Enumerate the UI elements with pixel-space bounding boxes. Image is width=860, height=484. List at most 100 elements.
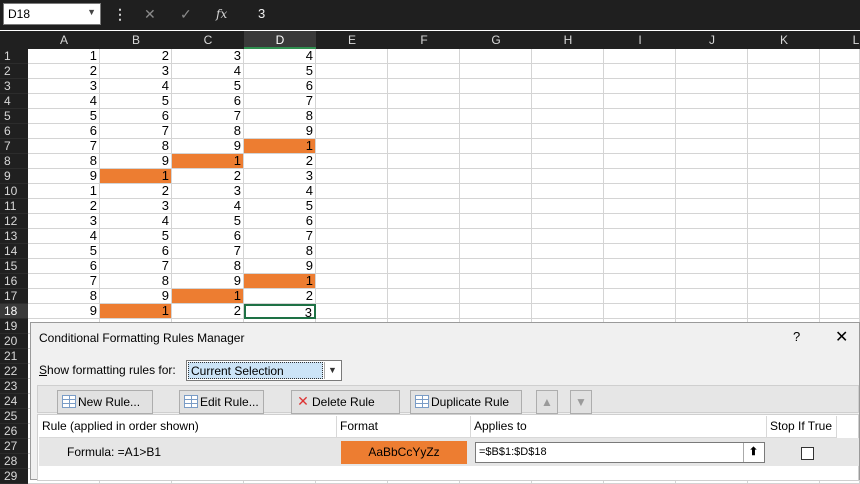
column-header-c[interactable]: C — [172, 31, 244, 49]
row-header-5[interactable]: 5 — [0, 109, 28, 124]
cell-e16[interactable] — [316, 274, 388, 289]
cell-f18[interactable] — [388, 304, 460, 319]
cell-g3[interactable] — [460, 79, 532, 94]
cell-k4[interactable] — [748, 94, 820, 109]
cell-c9[interactable]: 2 — [172, 169, 244, 184]
cell-g2[interactable] — [460, 64, 532, 79]
cell-b3[interactable]: 4 — [100, 79, 172, 94]
cell-c1[interactable]: 3 — [172, 49, 244, 64]
cell-a12[interactable]: 3 — [28, 214, 100, 229]
cell-a3[interactable]: 3 — [28, 79, 100, 94]
column-header-e[interactable]: E — [316, 31, 388, 49]
cell-d10[interactable]: 4 — [244, 184, 316, 199]
cell-a14[interactable]: 5 — [28, 244, 100, 259]
cell-h16[interactable] — [532, 274, 604, 289]
cell-a10[interactable]: 1 — [28, 184, 100, 199]
cell-l8[interactable] — [820, 154, 860, 169]
cell-g12[interactable] — [460, 214, 532, 229]
row-header-1[interactable]: 1 — [0, 49, 28, 64]
cell-c3[interactable]: 5 — [172, 79, 244, 94]
cell-a13[interactable]: 4 — [28, 229, 100, 244]
cell-a2[interactable]: 2 — [28, 64, 100, 79]
cell-i14[interactable] — [604, 244, 676, 259]
cell-c6[interactable]: 8 — [172, 124, 244, 139]
cell-b11[interactable]: 3 — [100, 199, 172, 214]
cell-d16[interactable]: 1 — [244, 274, 316, 289]
cell-k5[interactable] — [748, 109, 820, 124]
cell-d17[interactable]: 2 — [244, 289, 316, 304]
cell-d15[interactable]: 9 — [244, 259, 316, 274]
row-header-28[interactable]: 28 — [0, 454, 28, 469]
cell-b15[interactable]: 7 — [100, 259, 172, 274]
cell-i6[interactable] — [604, 124, 676, 139]
cell-f16[interactable] — [388, 274, 460, 289]
column-header-d[interactable]: D — [244, 31, 316, 49]
chevron-down-icon[interactable]: ▼ — [87, 7, 96, 17]
cell-c2[interactable]: 4 — [172, 64, 244, 79]
cell-h12[interactable] — [532, 214, 604, 229]
cell-h14[interactable] — [532, 244, 604, 259]
cell-a7[interactable]: 7 — [28, 139, 100, 154]
cell-k18[interactable] — [748, 304, 820, 319]
cell-g18[interactable] — [460, 304, 532, 319]
cell-d3[interactable]: 6 — [244, 79, 316, 94]
cell-e3[interactable] — [316, 79, 388, 94]
cell-b8[interactable]: 9 — [100, 154, 172, 169]
cell-f15[interactable] — [388, 259, 460, 274]
cell-b16[interactable]: 8 — [100, 274, 172, 289]
cell-b18[interactable]: 1 — [100, 304, 172, 319]
cell-h7[interactable] — [532, 139, 604, 154]
row-header-8[interactable]: 8 — [0, 154, 28, 169]
cell-k1[interactable] — [748, 49, 820, 64]
delete-rule-button[interactable]: ✕ Delete Rule — [291, 390, 400, 414]
cell-f17[interactable] — [388, 289, 460, 304]
cell-b2[interactable]: 3 — [100, 64, 172, 79]
cell-b5[interactable]: 6 — [100, 109, 172, 124]
cell-f2[interactable] — [388, 64, 460, 79]
cell-h6[interactable] — [532, 124, 604, 139]
cell-e9[interactable] — [316, 169, 388, 184]
cell-d6[interactable]: 9 — [244, 124, 316, 139]
cell-l12[interactable] — [820, 214, 860, 229]
applies-to-input[interactable]: =$B$1:$D$18 — [475, 442, 765, 463]
cell-a18[interactable]: 9 — [28, 304, 100, 319]
cell-i9[interactable] — [604, 169, 676, 184]
cell-i8[interactable] — [604, 154, 676, 169]
cell-b7[interactable]: 8 — [100, 139, 172, 154]
show-rules-select[interactable]: Current Selection ▼ — [186, 360, 342, 381]
edit-rule-button[interactable]: Edit Rule... — [179, 390, 264, 414]
cell-j9[interactable] — [676, 169, 748, 184]
column-header-b[interactable]: B — [100, 31, 172, 49]
cell-l10[interactable] — [820, 184, 860, 199]
cell-f1[interactable] — [388, 49, 460, 64]
cell-f5[interactable] — [388, 109, 460, 124]
cell-l6[interactable] — [820, 124, 860, 139]
cell-j3[interactable] — [676, 79, 748, 94]
cell-j18[interactable] — [676, 304, 748, 319]
cell-i16[interactable] — [604, 274, 676, 289]
cell-g13[interactable] — [460, 229, 532, 244]
cell-d1[interactable]: 4 — [244, 49, 316, 64]
cell-f3[interactable] — [388, 79, 460, 94]
cell-b4[interactable]: 5 — [100, 94, 172, 109]
column-header-j[interactable]: J — [676, 31, 748, 49]
cell-c12[interactable]: 5 — [172, 214, 244, 229]
cell-g10[interactable] — [460, 184, 532, 199]
cell-k15[interactable] — [748, 259, 820, 274]
cell-i12[interactable] — [604, 214, 676, 229]
cell-g1[interactable] — [460, 49, 532, 64]
column-header-a[interactable]: A — [28, 31, 100, 49]
cell-e17[interactable] — [316, 289, 388, 304]
cell-e8[interactable] — [316, 154, 388, 169]
move-down-button[interactable]: ▼ — [570, 390, 592, 414]
cell-k3[interactable] — [748, 79, 820, 94]
row-header-11[interactable]: 11 — [0, 199, 28, 214]
cell-e4[interactable] — [316, 94, 388, 109]
formula-input[interactable]: 3 — [248, 3, 860, 25]
cell-i4[interactable] — [604, 94, 676, 109]
cell-a9[interactable]: 9 — [28, 169, 100, 184]
cell-e15[interactable] — [316, 259, 388, 274]
row-header-23[interactable]: 23 — [0, 379, 28, 394]
row-header-6[interactable]: 6 — [0, 124, 28, 139]
row-header-3[interactable]: 3 — [0, 79, 28, 94]
